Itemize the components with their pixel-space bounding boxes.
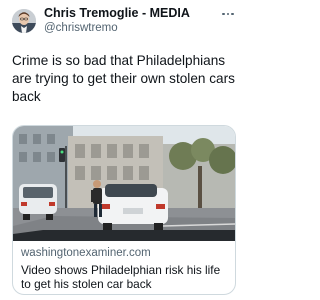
- author-handle[interactable]: @chriswtremo: [44, 22, 118, 34]
- link-card-domain: washingtonexaminer.com: [21, 247, 151, 259]
- avatar[interactable]: [12, 9, 36, 33]
- tweet-text: Crime is so bad that Philadelphians are …: [12, 53, 235, 104]
- tweet: Chris Tremoglie - MEDIA @chriswtremo Cri…: [0, 0, 246, 300]
- more-dots-icon[interactable]: [220, 8, 236, 20]
- link-card-image[interactable]: [13, 126, 235, 241]
- author-display-name[interactable]: Chris Tremoglie - MEDIA: [44, 6, 190, 20]
- link-card[interactable]: washingtonexaminer.com Video shows Phila…: [12, 125, 236, 295]
- street-scene-image: [13, 126, 235, 241]
- link-card-title[interactable]: Video shows Philadelphian risk his life …: [21, 263, 231, 291]
- avatar-photo: [12, 9, 36, 33]
